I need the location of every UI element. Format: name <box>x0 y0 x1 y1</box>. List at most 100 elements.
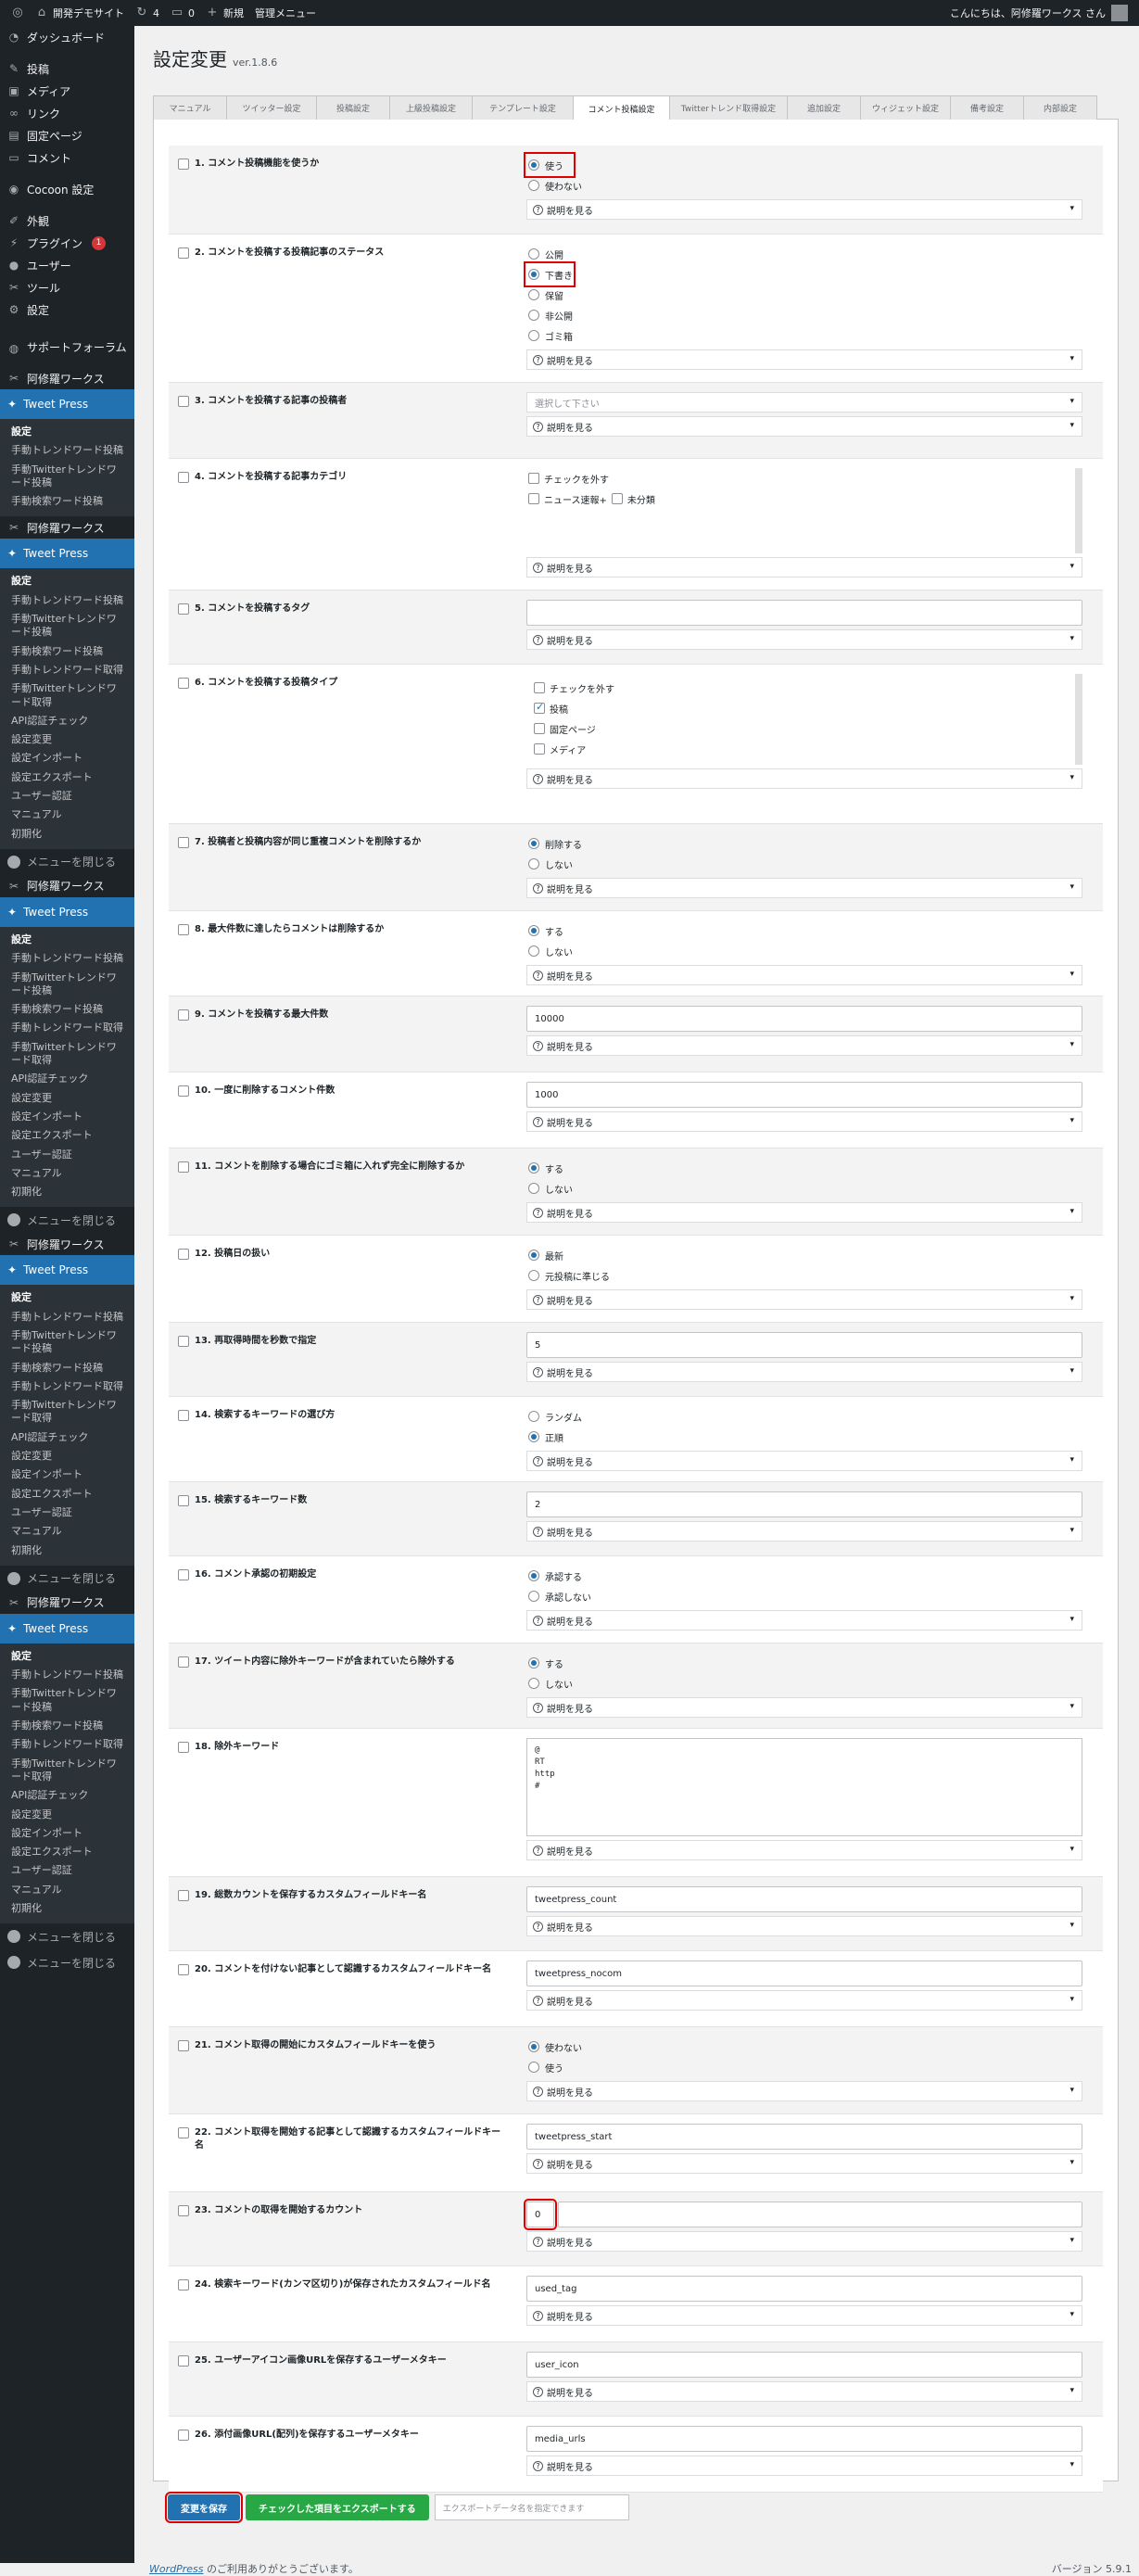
radio-option[interactable]: 保留 <box>526 285 1082 305</box>
sidebar-item-dashboard[interactable]: ◔ ダッシュボード <box>0 26 134 48</box>
sidebar-item-cocoon[interactable]: ◉ Cocoon 設定 <box>0 178 134 200</box>
submenu-item[interactable]: 手動Twitterトレンドワード投稿 <box>0 610 134 642</box>
radio-button[interactable] <box>528 1678 539 1689</box>
sidebar-item-tweet-press[interactable]: ✦ Tweet Press <box>0 1613 134 1643</box>
explain-toggle[interactable]: ? 説明を見る ▾ <box>526 1289 1082 1310</box>
checkbox[interactable] <box>528 473 539 484</box>
checklist-item[interactable]: メディア <box>526 739 1082 759</box>
setting-text-input[interactable]: 0 <box>524 2199 557 2230</box>
submenu-item[interactable]: ユーザー認証 <box>0 787 134 806</box>
explain-toggle[interactable]: ? 説明を見る ▾ <box>526 2231 1082 2252</box>
submenu-item[interactable]: マニュアル <box>0 1164 134 1183</box>
explain-toggle[interactable]: ? 説明を見る ▾ <box>526 199 1082 220</box>
submenu-item[interactable]: 手動検索ワード投稿 <box>0 642 134 661</box>
setting-select-checkbox[interactable] <box>178 1085 189 1097</box>
submenu-item[interactable]: 初期化 <box>0 1542 134 1560</box>
submenu-item[interactable]: 設定 <box>0 423 134 441</box>
submenu-item[interactable]: ユーザー認証 <box>0 1861 134 1880</box>
explain-toggle[interactable]: ? 説明を見る ▾ <box>526 1035 1082 1056</box>
radio-option[interactable]: 正順 <box>526 1427 1082 1447</box>
radio-option[interactable]: 最新 <box>526 1245 1082 1265</box>
collapse-menu-button[interactable]: メニューを閉じる <box>0 1949 134 1975</box>
tab-10[interactable]: 内部設定 <box>1023 95 1097 120</box>
radio-option[interactable]: 非公開 <box>526 305 1082 325</box>
sidebar-item-asura-works[interactable]: ✂ 阿修羅ワークス <box>0 1233 134 1255</box>
submenu-item[interactable]: 手動トレンドワード取得 <box>0 1019 134 1037</box>
setting-select-checkbox[interactable] <box>178 678 189 689</box>
export-checked-button[interactable]: チェックした項目をエクスポートする <box>246 2494 429 2520</box>
submenu-item[interactable]: 設定変更 <box>0 730 134 749</box>
sidebar-item-tweet-press[interactable]: ✦ Tweet Press <box>0 896 134 927</box>
submenu-item[interactable]: 設定インポート <box>0 1466 134 1484</box>
submenu-item[interactable]: 設定変更 <box>0 1089 134 1108</box>
submenu-item[interactable]: 設定 <box>0 1647 134 1666</box>
radio-option[interactable]: 承認する <box>526 1566 1082 1586</box>
submenu-item[interactable]: 設定インポート <box>0 1824 134 1843</box>
submenu-item[interactable]: マニュアル <box>0 1881 134 1899</box>
setting-select-checkbox[interactable] <box>178 2279 189 2290</box>
submenu-item[interactable]: 手動Twitterトレンドワード取得 <box>0 679 134 712</box>
setting-select-checkbox[interactable] <box>178 1161 189 1173</box>
radio-button[interactable] <box>528 330 539 341</box>
tab-6[interactable]: Twitterトレンド取得設定 <box>669 95 788 120</box>
explain-toggle[interactable]: ? 説明を見る ▾ <box>526 965 1082 985</box>
setting-select-checkbox[interactable] <box>178 1410 189 1421</box>
submenu-item[interactable]: 手動検索ワード投稿 <box>0 1717 134 1735</box>
collapse-menu-button[interactable]: メニューを閉じる <box>0 1566 134 1592</box>
radio-option[interactable]: 公開 <box>526 244 1082 264</box>
setting-select-checkbox[interactable] <box>178 603 189 615</box>
submenu-item[interactable]: 手動トレンドワード取得 <box>0 1735 134 1754</box>
explain-toggle[interactable]: ? 説明を見る ▾ <box>526 878 1082 898</box>
admin-menu-link[interactable]: 管理メニュー <box>255 0 316 26</box>
radio-button[interactable] <box>528 248 539 260</box>
setting-text-input[interactable]: 5 <box>526 1332 1082 1358</box>
explain-toggle[interactable]: ? 説明を見る ▾ <box>526 1202 1082 1223</box>
setting-text-input[interactable]: user_icon <box>526 2352 1082 2378</box>
sidebar-item-settings[interactable]: ⚙ 設定 <box>0 298 134 321</box>
exclude-keywords-textarea[interactable]: @ RT http # <box>526 1738 1082 1836</box>
setting-text-input[interactable]: tweetpress_nocom <box>526 1961 1082 1986</box>
setting-select-checkbox[interactable] <box>178 247 189 259</box>
setting-select-checkbox[interactable] <box>178 837 189 848</box>
submenu-item[interactable]: 設定変更 <box>0 1806 134 1824</box>
radio-button[interactable] <box>528 1270 539 1281</box>
radio-button[interactable] <box>528 838 539 849</box>
tab-2[interactable]: 投稿設定 <box>316 95 390 120</box>
radio-option[interactable]: 元投稿に準じる <box>526 1265 1082 1286</box>
explain-toggle[interactable]: ? 説明を見る ▾ <box>526 1521 1082 1542</box>
submenu-item[interactable]: API認証チェック <box>0 1786 134 1805</box>
radio-option[interactable]: 使う <box>526 2057 1082 2077</box>
explain-toggle[interactable]: ? 説明を見る ▾ <box>526 2305 1082 2326</box>
setting-text-input[interactable]: 1000 <box>526 1082 1082 1108</box>
sidebar-item-asura-works[interactable]: ✂ 阿修羅ワークス <box>0 875 134 897</box>
explain-toggle[interactable]: ? 説明を見る ▾ <box>526 1362 1082 1382</box>
setting-select-checkbox[interactable] <box>178 1964 189 1975</box>
explain-toggle[interactable]: ? 説明を見る ▾ <box>526 1990 1082 2011</box>
sidebar-item-plugin[interactable]: ⚡ プラグイン 1 <box>0 232 134 254</box>
checkbox[interactable] <box>528 493 539 504</box>
site-name-link[interactable]: ⌂ 開発デモサイト <box>35 0 124 26</box>
checkbox[interactable] <box>534 682 545 693</box>
radio-button[interactable] <box>528 2062 539 2073</box>
collapse-menu-button[interactable]: メニューを閉じる <box>0 849 134 875</box>
explain-toggle[interactable]: ? 説明を見る ▾ <box>526 1697 1082 1718</box>
submenu-item[interactable]: 初期化 <box>0 1183 134 1201</box>
radio-option[interactable]: しない <box>526 1673 1082 1694</box>
radio-button[interactable] <box>528 269 539 280</box>
account-menu[interactable]: こんにちは、阿修羅ワークス さん <box>950 5 1128 21</box>
sidebar-item-page[interactable]: ▤ 固定ページ <box>0 124 134 146</box>
setting-select-checkbox[interactable] <box>178 1249 189 1260</box>
setting-select-checkbox[interactable] <box>178 1890 189 1901</box>
setting-text-input-rest[interactable] <box>558 2202 1082 2227</box>
submenu-item[interactable]: 手動トレンドワード取得 <box>0 661 134 679</box>
checklist-item[interactable]: ニュース速報+ 未分類 <box>526 489 1082 509</box>
setting-select-checkbox[interactable] <box>178 472 189 483</box>
submenu-item[interactable]: 手動Twitterトレンドワード投稿 <box>0 1684 134 1717</box>
setting-select-checkbox[interactable] <box>178 2040 189 2051</box>
radio-button[interactable] <box>528 310 539 321</box>
radio-button[interactable] <box>528 1250 539 1261</box>
sidebar-item-asura-works[interactable]: ✂ 阿修羅ワークス <box>0 1592 134 1614</box>
submenu-item[interactable]: 手動トレンドワード投稿 <box>0 591 134 610</box>
sidebar-item-link[interactable]: ∞ リンク <box>0 102 134 124</box>
submenu-item[interactable]: API認証チェック <box>0 1070 134 1088</box>
